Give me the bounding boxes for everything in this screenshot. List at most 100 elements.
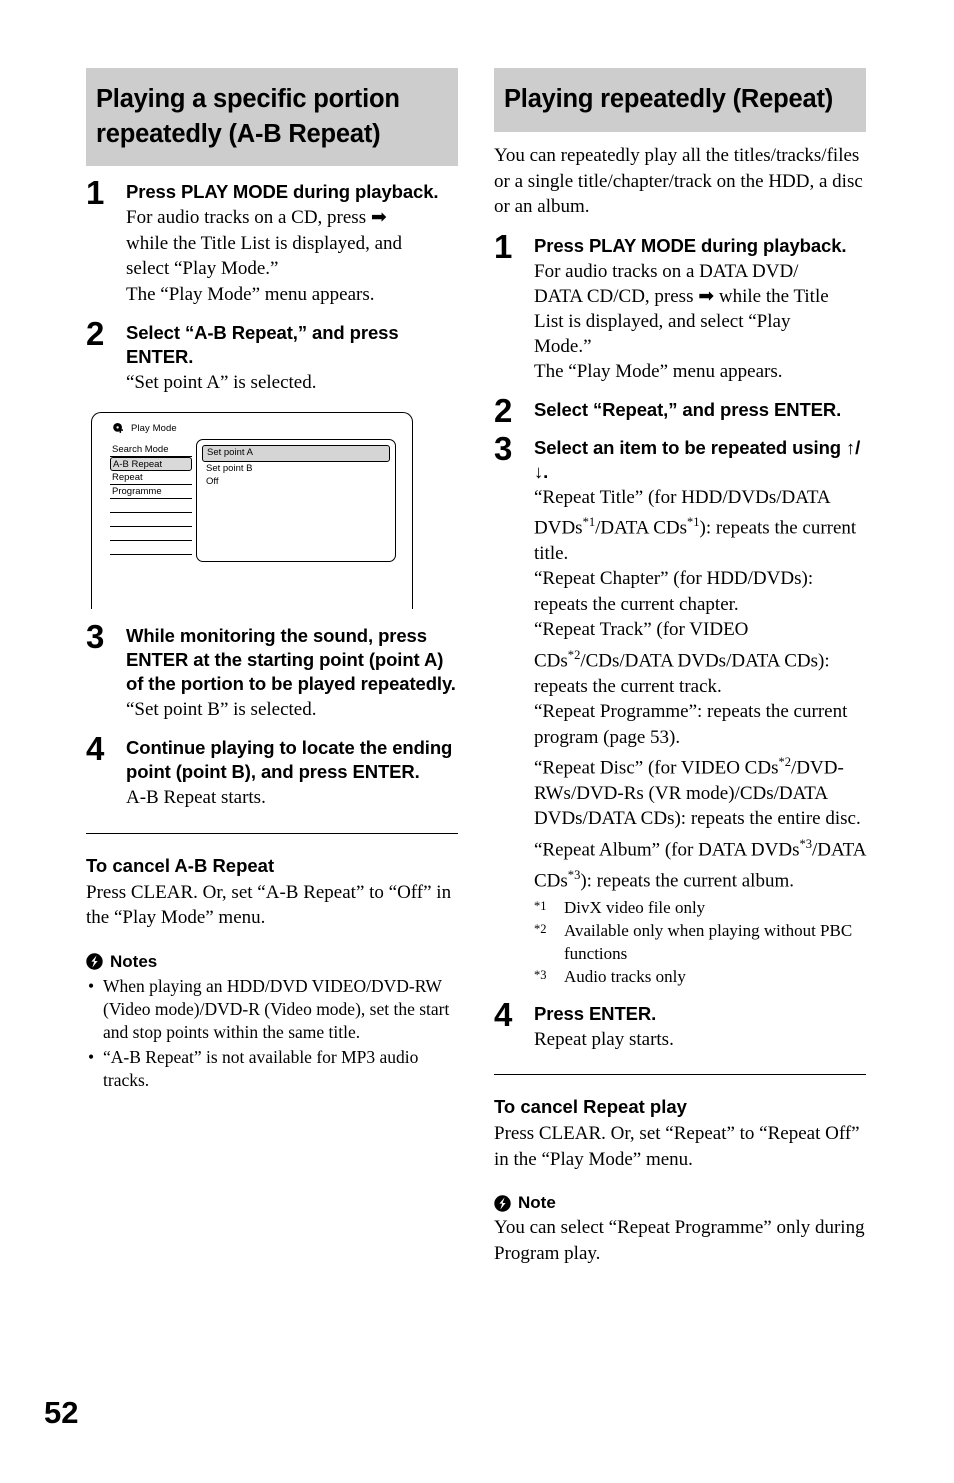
notes-heading-ab: Notes xyxy=(86,951,458,973)
step-body-line: select “Play Mode.” xyxy=(126,258,279,279)
repeat-item-text: /DATA CDs xyxy=(595,517,688,539)
footnote-marker: *3 xyxy=(567,867,581,882)
step-number: 2 xyxy=(494,391,513,429)
step-body: “Set point B” is selected. xyxy=(126,698,317,720)
osd-menu-item-programme[interactable]: Programme xyxy=(110,485,192,499)
footnotes-list: *1 DivX video file only *2 Available only w… xyxy=(534,896,866,988)
step-title-period: . xyxy=(543,460,549,482)
note-body-repeat: You can select “Repeat Programme” only d… xyxy=(494,1217,865,1264)
osd-frame: Play Mode Search Mode A-B Repeat Repeat … xyxy=(91,411,413,609)
repeat-item: “Repeat Title” (for HDD/DVDs/DATA DVDs*1… xyxy=(534,485,866,567)
left-column: Playing a specific portion repeatedly (A… xyxy=(86,68,458,1092)
cancel-body-repeat: Press CLEAR. Or, set “Repeat” to “Repeat… xyxy=(494,1123,860,1170)
step-title: Select “Repeat,” and press ENTER. xyxy=(534,398,842,420)
step-3-ab: 3 While monitoring the sound, press ENTE… xyxy=(86,620,458,723)
cancel-heading-repeat: To cancel Repeat play xyxy=(494,1096,687,1118)
footnote: *3 Audio tracks only xyxy=(534,965,866,988)
osd-menu-item-search-mode[interactable]: Search Mode xyxy=(110,443,192,457)
manual-page: Playing a specific portion repeatedly (A… xyxy=(0,0,954,1483)
footnote: *2 Available only when playing without PB… xyxy=(534,919,866,965)
footnote-marker: *1 xyxy=(582,515,596,529)
repeat-item: “Repeat Album” (for DATA DVDs*3/DATA CDs… xyxy=(534,832,866,894)
repeat-item-text: “Repeat Album” (for DATA DVDs xyxy=(534,839,800,861)
section-heading-repeat: Playing repeatedly (Repeat) xyxy=(494,68,866,132)
notes-label: Notes xyxy=(110,951,158,971)
step-number: 4 xyxy=(86,730,105,767)
note-item: When playing an HDD/DVD VIDEO/DVD-RW (Vi… xyxy=(86,975,458,1044)
step-number: 3 xyxy=(494,429,513,467)
step-body-line: DATA CD/CD, press ➡ while the Title xyxy=(534,285,829,307)
osd-menu-item-empty xyxy=(110,527,192,541)
osd-option-set-point-b[interactable]: Set point B xyxy=(202,462,390,475)
footnote-text: Available only when playing without PBC … xyxy=(564,920,853,963)
osd-title-row: Play Mode xyxy=(112,422,177,435)
step-4-ab: 4 Continue playing to locate the ending … xyxy=(86,732,458,811)
footnote-mark: *1 xyxy=(534,898,547,913)
step-body-line: The “Play Mode” menu appears. xyxy=(534,360,783,382)
osd-menu-item-empty xyxy=(110,541,192,555)
footnote-mark: *2 xyxy=(534,921,547,936)
repeat-item-text: “Repeat Disc” (for VIDEO CDs xyxy=(534,757,779,779)
step-body: A-B Repeat starts. xyxy=(126,787,266,808)
osd-option-set-point-a[interactable]: Set point A xyxy=(202,444,390,462)
step-body-line: Mode.” xyxy=(534,335,592,357)
repeat-item-text: “Repeat Chapter” (for HDD/DVDs): repeats… xyxy=(534,568,814,615)
step-title: Press ENTER. xyxy=(534,1002,657,1024)
osd-menu-item-repeat[interactable]: Repeat xyxy=(110,471,192,485)
step-4-repeat: 4 Press ENTER. Repeat play starts. xyxy=(494,998,866,1053)
footnote: *1 DivX video file only xyxy=(534,896,866,919)
step-body-line: The “Play Mode” menu appears. xyxy=(126,283,375,305)
step-body: For audio tracks on a CD, press ➡ while … xyxy=(126,205,458,307)
step-title: Select “A-B Repeat,” and press ENTER. xyxy=(126,322,399,367)
hdd-icon xyxy=(112,422,125,435)
osd-menu-list: Search Mode A-B Repeat Repeat Programme xyxy=(110,443,192,555)
osd-title-label: Play Mode xyxy=(131,422,177,434)
osd-menu-item-empty xyxy=(110,499,192,513)
repeat-item: “Repeat Chapter” (for HDD/DVDs): repeats… xyxy=(534,566,866,617)
repeat-item-text: ): repeats the current album. xyxy=(580,870,794,892)
step-body-line: For audio tracks on a CD, press ➡ xyxy=(126,207,387,228)
step-1-ab: 1 Press PLAY MODE during playback. For a… xyxy=(86,176,458,307)
osd-option-off[interactable]: Off xyxy=(202,475,390,488)
step-number: 1 xyxy=(494,227,513,265)
step-body-line: List is displayed, and select “Play xyxy=(534,310,791,332)
repeat-item: “Repeat Programme”: repeats the current … xyxy=(534,699,866,750)
repeat-items-list: “Repeat Title” (for HDD/DVDs/DATA DVDs*1… xyxy=(534,485,866,894)
play-mode-osd-diagram: Play Mode Search Mode A-B Repeat Repeat … xyxy=(86,411,416,610)
bolt-icon xyxy=(86,953,103,970)
footnote-marker: *2 xyxy=(567,647,581,662)
step-body-line: while the Title List is displayed, and xyxy=(126,232,403,254)
footnote-marker: *1 xyxy=(687,515,700,529)
footnote-marker: *2 xyxy=(778,755,791,770)
step-2-repeat: 2 Select “Repeat,” and press ENTER. xyxy=(494,394,866,427)
step-body: Repeat play starts. xyxy=(534,1028,674,1050)
step-title: Select an item to be repeated using ↑/↓. xyxy=(534,436,866,484)
step-number: 2 xyxy=(86,315,105,352)
osd-menu-item-ab-repeat[interactable]: A-B Repeat xyxy=(110,456,192,471)
cancel-body-ab: Press CLEAR. Or, set “A-B Repeat” to “Of… xyxy=(86,881,452,929)
section-heading-ab-repeat: Playing a specific portion repeatedly (A… xyxy=(86,68,458,166)
step-body: “Set point A” is selected. xyxy=(126,372,317,393)
note-heading-repeat: Note xyxy=(494,1192,866,1214)
step-title: Press PLAY MODE during playback. xyxy=(534,234,847,256)
note-item: “A-B Repeat” is not available for MP3 au… xyxy=(86,1046,458,1092)
page-number: 52 xyxy=(44,1395,79,1430)
notes-list-ab: When playing an HDD/DVD VIDEO/DVD-RW (Vi… xyxy=(86,975,458,1092)
repeat-intro: You can repeatedly play all the titles/t… xyxy=(494,145,863,217)
section-divider xyxy=(494,1074,866,1076)
repeat-item: “Repeat Track” (for VIDEO CDs*2/CDs/DATA… xyxy=(534,617,866,699)
step-number: 3 xyxy=(86,617,105,655)
footnote-text: Audio tracks only xyxy=(564,966,686,986)
step-title: Press PLAY MODE during playback. xyxy=(126,181,439,202)
cancel-heading-ab: To cancel A-B Repeat xyxy=(86,854,275,876)
bolt-icon xyxy=(494,1194,511,1212)
note-label: Note xyxy=(518,1193,556,1213)
step-title: While monitoring the sound, press ENTER … xyxy=(126,624,456,694)
step-3-repeat: 3 Select an item to be repeated using ↑/… xyxy=(494,432,866,988)
osd-options-panel: Set point A Set point B Off xyxy=(196,438,396,562)
step-number: 4 xyxy=(494,995,513,1033)
footnote-text: DivX video file only xyxy=(564,897,706,917)
step-body-line: For audio tracks on a DATA DVD/ xyxy=(534,260,799,282)
section-divider xyxy=(86,832,458,834)
step-1-repeat: 1 Press PLAY MODE during playback. For a… xyxy=(494,230,866,384)
